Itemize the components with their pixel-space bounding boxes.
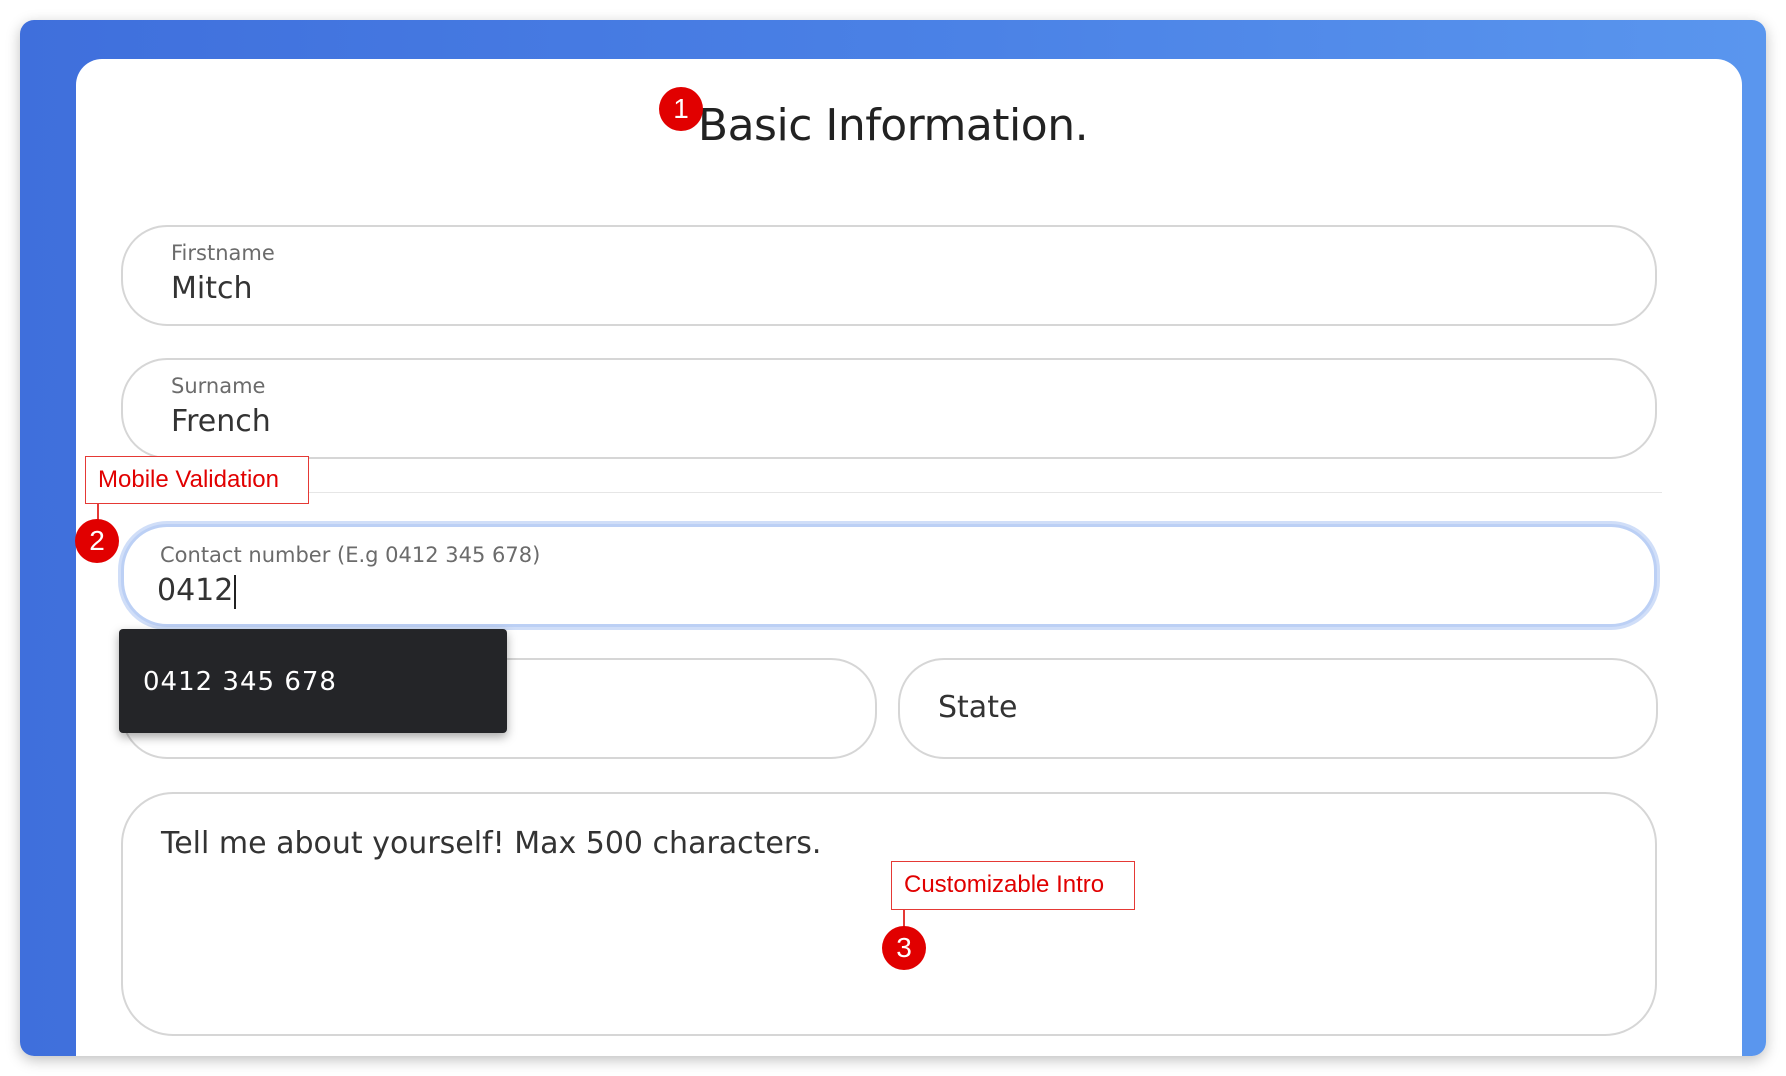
intro-textarea[interactable]: Tell me about yourself! Max 500 characte… xyxy=(121,792,1657,1036)
firstname-label: Firstname xyxy=(171,241,275,265)
text-caret xyxy=(234,574,237,609)
contact-number-value: 0412 xyxy=(157,573,234,608)
annotation-badge-2: 2 xyxy=(75,519,119,563)
surname-field[interactable]: Surname French xyxy=(121,358,1657,459)
annotation-badge-1: 1 xyxy=(659,87,703,131)
contact-number-input[interactable]: 0412 xyxy=(157,573,237,609)
page-title: Basic Information. xyxy=(697,100,1089,151)
state-placeholder: State xyxy=(938,690,1018,725)
state-field[interactable]: State xyxy=(898,658,1658,759)
firstname-field[interactable]: Firstname Mitch xyxy=(121,225,1657,326)
firstname-value: Mitch xyxy=(171,271,253,306)
surname-label: Surname xyxy=(171,374,266,398)
section-divider xyxy=(122,492,1662,493)
surname-value: French xyxy=(171,404,271,439)
autocomplete-suggestion[interactable]: 0412 345 678 xyxy=(119,629,507,733)
contact-number-label: Contact number (E.g 0412 345 678) xyxy=(160,543,541,567)
annotation-label-mobile-validation: Mobile Validation xyxy=(85,456,309,504)
contact-number-field[interactable]: Contact number (E.g 0412 345 678) 0412 xyxy=(121,524,1657,627)
annotation-badge-3: 3 xyxy=(882,926,926,970)
annotation-label-customizable-intro: Customizable Intro xyxy=(891,861,1135,910)
intro-placeholder: Tell me about yourself! Max 500 characte… xyxy=(161,826,822,861)
